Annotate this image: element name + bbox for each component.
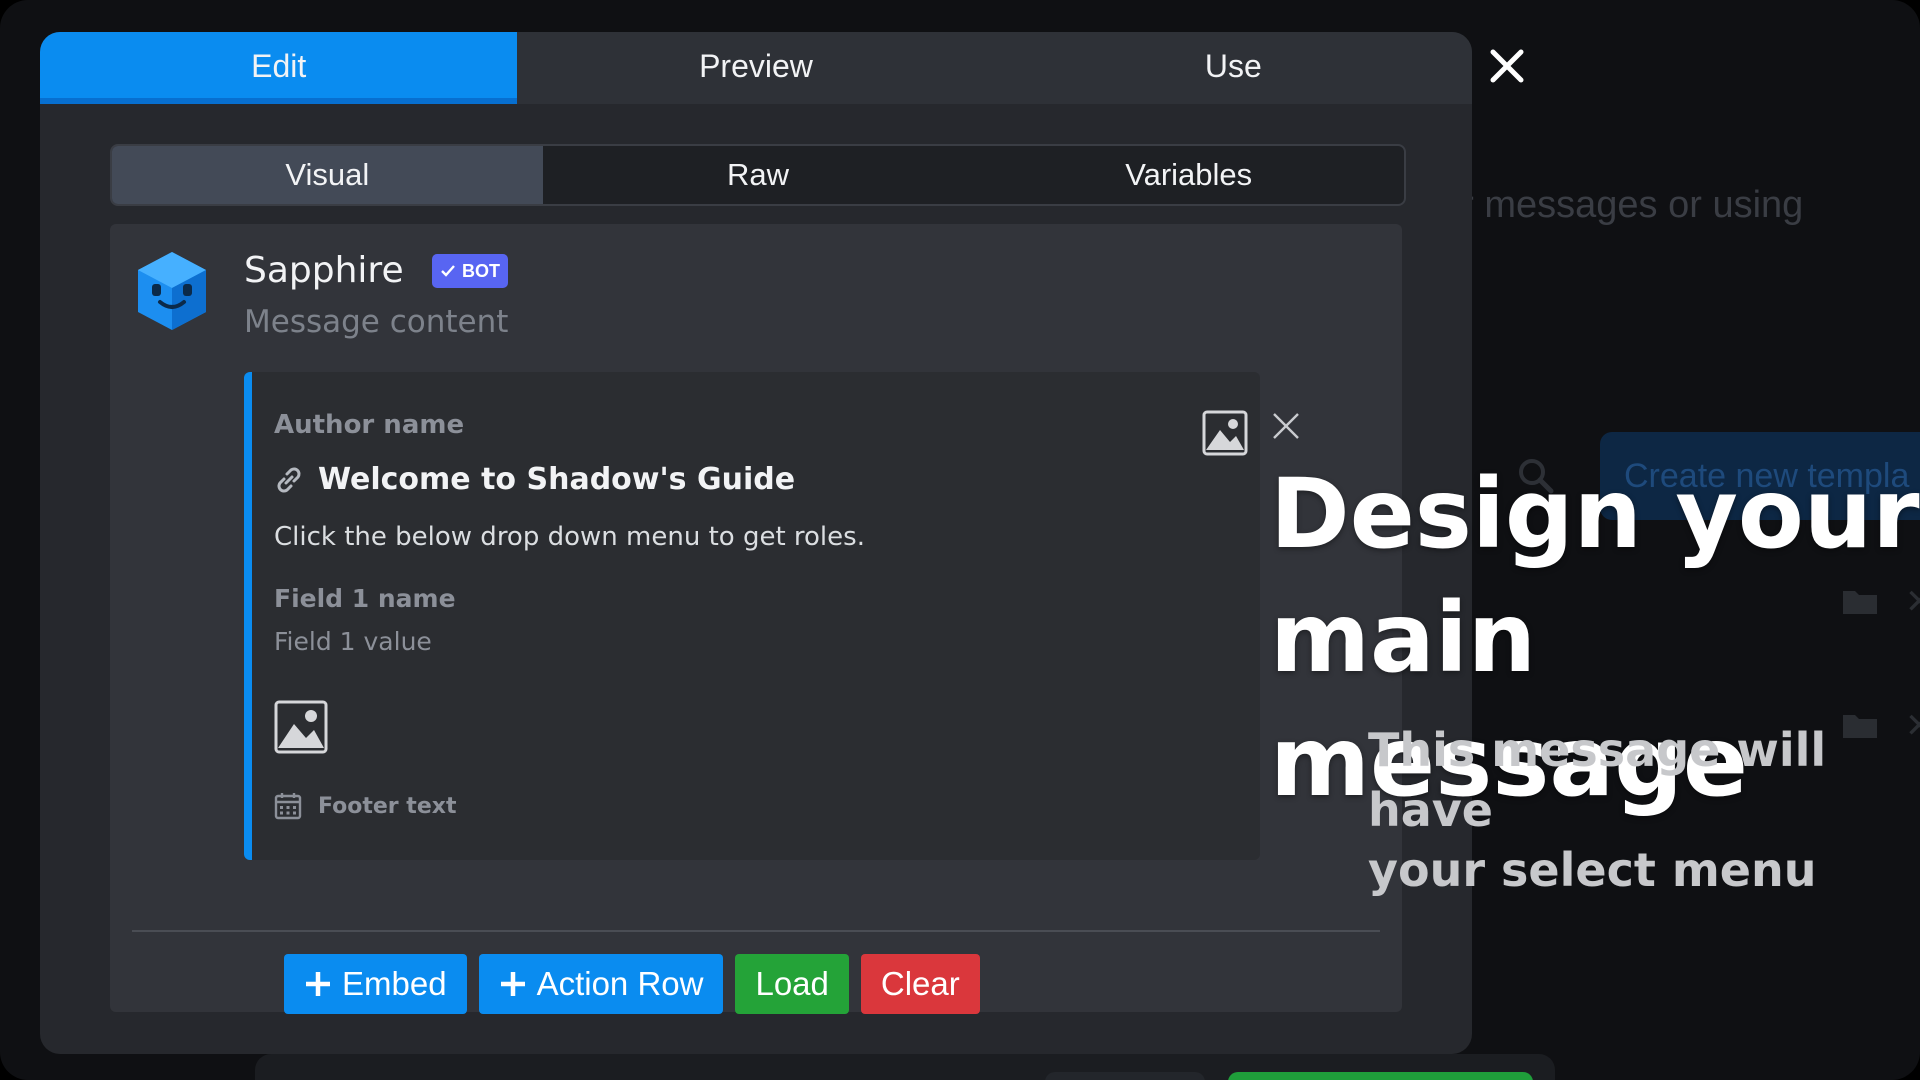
embed-title-row: Welcome to Shadow's Guide: [274, 462, 795, 497]
embed-author-input[interactable]: Author name: [274, 410, 464, 440]
add-action-row-label: Action Row: [536, 965, 704, 1002]
add-action-row-button[interactable]: Action Row: [478, 954, 724, 1014]
embed-field-name-input[interactable]: Field 1 name: [274, 584, 456, 613]
screen-frame: er messages or using Create new templa ✕…: [0, 0, 1920, 1080]
close-icon[interactable]: [1270, 410, 1302, 442]
close-icon[interactable]: [1487, 46, 1527, 86]
overlay-heading-line: Design your: [1270, 458, 1920, 570]
plus-icon: [500, 972, 525, 996]
editor-mode-tabs: Visual Raw Variables: [110, 144, 1406, 206]
calendar-icon[interactable]: [274, 792, 302, 820]
bot-avatar: [138, 252, 206, 330]
plus-icon: [306, 972, 330, 996]
overlay-sub-line: This message will have: [1368, 723, 1827, 837]
clear-button[interactable]: Clear: [860, 954, 980, 1014]
tab-raw[interactable]: Raw: [543, 146, 974, 204]
embed-title-input[interactable]: Welcome to Shadow's Guide: [318, 462, 795, 497]
link-icon[interactable]: [274, 465, 304, 495]
embed-card: Author name Welcome to Shadow's Guide Cl…: [244, 372, 1260, 860]
bot-username: Sapphire: [244, 250, 404, 291]
message-content-input[interactable]: Message content: [244, 304, 508, 340]
load-button[interactable]: Load: [735, 954, 849, 1014]
embed-footer-row: Footer text: [274, 792, 456, 820]
add-embed-button[interactable]: Embed: [284, 954, 467, 1014]
overlay-sub-line: your select menu: [1368, 843, 1817, 897]
message-editor-modal: Edit Preview Use Visual Raw Variables Sa…: [40, 32, 1472, 1054]
background-text: er messages or using: [1440, 184, 1804, 226]
divider: [132, 930, 1380, 932]
tab-preview[interactable]: Preview: [517, 32, 994, 104]
overlay-subheading: This message will have your select menu: [1368, 720, 1920, 900]
background-bottom-save-button[interactable]: [1228, 1072, 1533, 1080]
embed-description-input[interactable]: Click the below drop down menu to get ro…: [274, 522, 865, 552]
check-icon: [441, 265, 455, 277]
bot-badge-label: BOT: [462, 261, 500, 281]
tab-variables[interactable]: Variables: [973, 146, 1404, 204]
background-bottom-button[interactable]: [1045, 1072, 1205, 1080]
tab-edit[interactable]: Edit: [40, 32, 518, 104]
embed-footer-input[interactable]: Footer text: [318, 794, 456, 819]
image-icon[interactable]: [274, 700, 328, 754]
action-buttons: Embed Action Row Load Clear: [284, 954, 980, 1014]
top-tab-bar: Edit Preview Use: [40, 32, 1472, 104]
tab-use[interactable]: Use: [995, 32, 1472, 104]
bot-badge: BOT: [432, 254, 508, 288]
visual-editor: Sapphire BOT Message content Author name: [110, 224, 1402, 1014]
embed-field-value-input[interactable]: Field 1 value: [274, 627, 432, 656]
tab-visual[interactable]: Visual: [112, 146, 543, 204]
add-embed-label: Embed: [342, 965, 447, 1002]
image-icon[interactable]: [1202, 410, 1248, 456]
